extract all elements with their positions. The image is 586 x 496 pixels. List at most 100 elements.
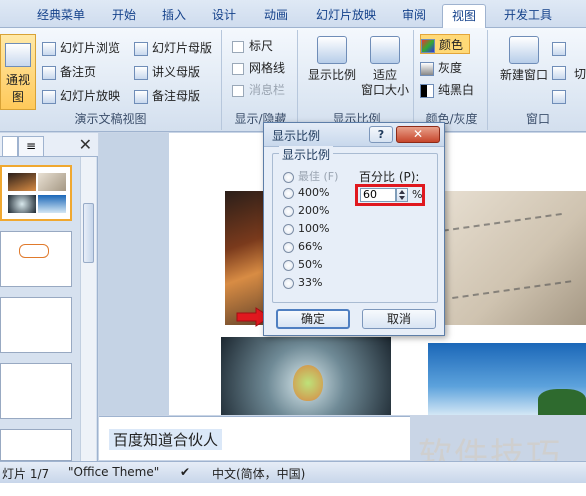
- pure-bw-button[interactable]: 纯黑白: [420, 80, 474, 100]
- photo-leaf[interactable]: [221, 337, 391, 415]
- tab-animation[interactable]: 动画: [256, 4, 296, 28]
- tab-design[interactable]: 设计: [204, 4, 244, 28]
- grayscale-button[interactable]: 灰度: [420, 58, 462, 78]
- bottom-strip: [0, 483, 586, 496]
- radio-33[interactable]: 33%: [283, 276, 322, 292]
- radio-label: 最佳 (F): [298, 170, 339, 183]
- gridlines-checkbox[interactable]: 网格线: [232, 58, 285, 78]
- cascade-window-icon: [552, 65, 566, 80]
- cascade-icon[interactable]: [552, 62, 570, 82]
- radio-best-fit[interactable]: 最佳 (F): [283, 168, 338, 184]
- radio-label: 66%: [298, 240, 323, 253]
- fit-label-1: 适应: [372, 68, 397, 82]
- group-presentation-views: 通视图 幻灯片浏览 备注页 幻灯片放映 幻灯片母版 讲义母版 备注母版 演示文稿…: [0, 30, 222, 130]
- group-label-window: 窗口: [525, 112, 550, 126]
- slide-sorter-button[interactable]: 幻灯片浏览: [42, 38, 120, 58]
- move-split-icon[interactable]: [552, 86, 570, 106]
- tab-view[interactable]: 视图: [442, 4, 486, 28]
- radio-200[interactable]: 200%: [283, 204, 329, 220]
- group-zoom: 显示比例 适应 窗口大小 显示比例: [300, 30, 414, 130]
- radio-50[interactable]: 50%: [283, 258, 322, 274]
- message-bar-check-icon: [232, 84, 244, 97]
- slideshow-view-button[interactable]: 幻灯片放映: [42, 86, 120, 106]
- message-bar-checkbox[interactable]: 消息栏: [232, 80, 285, 100]
- tab-review[interactable]: 审阅: [394, 4, 434, 28]
- new-window-label: 新建窗口: [499, 68, 548, 82]
- slide-thumbnail-3[interactable]: [0, 297, 72, 353]
- fit-window-icon: [370, 36, 400, 64]
- slide-thumbnail-4[interactable]: [0, 363, 72, 419]
- help-icon[interactable]: ?: [369, 126, 393, 143]
- radio-label: 400%: [298, 186, 330, 199]
- thumb-photo: [8, 195, 36, 213]
- photo-sky-island[interactable]: [428, 343, 586, 415]
- notes-pane[interactable]: 百度知道合伙人: [99, 416, 410, 460]
- dialog-titlebar[interactable]: 显示比例 ? ✕: [264, 123, 444, 147]
- radio-icon: [283, 187, 294, 199]
- arrange-all-icon[interactable]: [552, 38, 570, 58]
- scrollbar-thumb[interactable]: [83, 203, 94, 263]
- tab-insert[interactable]: 插入: [154, 4, 194, 28]
- radio-icon: [283, 205, 294, 217]
- slide-master-button[interactable]: 幻灯片母版: [134, 38, 212, 58]
- slide-thumbnail-1[interactable]: [0, 165, 72, 221]
- radio-100[interactable]: 100%: [283, 222, 329, 238]
- ribbon-tab-bar: 经典菜单 开始 插入 设计 动画 幻灯片放映 审阅 视图 开发工具: [0, 0, 586, 28]
- group-color-grayscale: 颜色 灰度 纯黑白 颜色/灰度: [416, 30, 488, 130]
- notes-text[interactable]: 百度知道合伙人: [109, 429, 223, 450]
- tab-outline[interactable]: ≡: [18, 136, 44, 156]
- slide-thumbnail-2[interactable]: [0, 231, 72, 287]
- spin-down-icon[interactable]: [399, 196, 405, 200]
- zoom-label: 显示比例: [307, 68, 356, 82]
- theme-name[interactable]: "Office Theme": [68, 465, 159, 479]
- radio-400[interactable]: 400%: [283, 186, 329, 202]
- zoom-button[interactable]: 显示比例: [304, 36, 360, 83]
- cancel-button[interactable]: 取消: [362, 309, 436, 329]
- photo-handwritten-note[interactable]: [427, 191, 586, 325]
- switch-window-button[interactable]: 切: [574, 64, 586, 84]
- ok-button[interactable]: 确定: [276, 309, 350, 329]
- note-scribble: [442, 212, 572, 300]
- handout-master-button[interactable]: 讲义母版: [134, 62, 200, 82]
- tab-developer[interactable]: 开发工具: [496, 4, 560, 28]
- tab-classic-menu[interactable]: 经典菜单: [26, 4, 96, 28]
- tab-home[interactable]: 开始: [104, 4, 144, 28]
- slides-panel-scrollbar[interactable]: [80, 157, 96, 461]
- magnifier-icon: [317, 36, 347, 64]
- ruler-label: 标尺: [249, 39, 274, 53]
- pure-bw-icon: [420, 83, 434, 98]
- slideshow-icon: [42, 89, 56, 104]
- percent-spinner[interactable]: [396, 188, 408, 202]
- normal-view-button[interactable]: 通视图: [0, 34, 36, 110]
- percent-input[interactable]: 60: [360, 188, 396, 202]
- percent-unit: %: [412, 188, 423, 201]
- color-label: 颜色: [439, 38, 464, 52]
- leaf-shape: [293, 365, 323, 401]
- group-window: 新建窗口 切 窗口: [490, 30, 586, 130]
- slide-counter: 灯片 1/7: [2, 467, 50, 481]
- radio-66[interactable]: 66%: [283, 240, 322, 256]
- slides-panel: ≡ ✕: [0, 133, 98, 461]
- fit-to-window-button[interactable]: 适应 窗口大小: [358, 36, 412, 98]
- status-bar: 灯片 1/7 "Office Theme" ✔ 中文(简体，中国): [0, 461, 586, 483]
- notes-page-icon: [42, 65, 56, 80]
- close-icon[interactable]: ✕: [396, 126, 440, 143]
- language-status[interactable]: 中文(简体，中国): [212, 465, 305, 482]
- ruler-check-icon: [232, 40, 244, 53]
- new-window-button[interactable]: 新建窗口: [494, 36, 554, 83]
- ruler-checkbox[interactable]: 标尺: [232, 36, 273, 56]
- percent-highlight-box: 60 %: [355, 184, 425, 206]
- radio-icon: [283, 241, 294, 253]
- notes-master-button[interactable]: 备注母版: [134, 86, 200, 106]
- notes-page-button[interactable]: 备注页: [42, 62, 96, 82]
- slide-master-label: 幻灯片母版: [152, 41, 213, 55]
- color-button[interactable]: 颜色: [420, 34, 471, 54]
- slide-thumbnail-5[interactable]: [0, 429, 72, 461]
- close-icon[interactable]: ✕: [79, 135, 92, 154]
- tab-slideshow[interactable]: 幻灯片放映: [308, 4, 384, 28]
- tab-slides[interactable]: [2, 136, 18, 156]
- spin-up-icon[interactable]: [399, 190, 405, 194]
- normal-view-label: 通视图: [5, 73, 30, 104]
- radio-icon: [283, 171, 294, 183]
- spellcheck-icon[interactable]: ✔: [180, 465, 190, 479]
